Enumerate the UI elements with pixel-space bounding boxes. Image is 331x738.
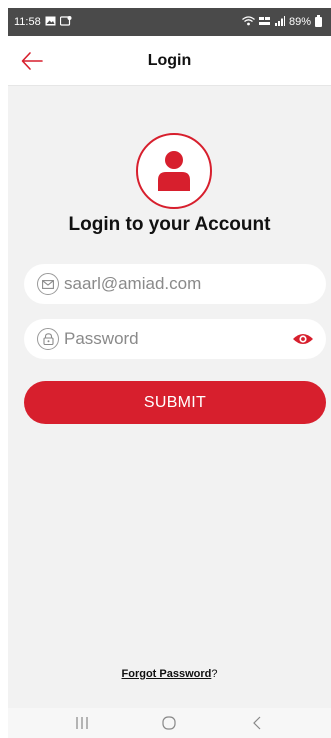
system-nav-bar [8, 708, 331, 738]
volte-icon [258, 16, 271, 29]
lock-icon [37, 328, 59, 350]
status-left: 11:58 [14, 15, 72, 29]
eye-icon [293, 334, 313, 344]
forgot-password-suffix: ? [211, 668, 218, 680]
arrow-left-icon [21, 52, 43, 70]
notification-icon [59, 15, 72, 29]
status-bar: 11:58 89% [8, 8, 331, 36]
page-title: Login [147, 51, 192, 69]
app-bar: Login [8, 36, 331, 86]
gallery-icon [45, 16, 56, 29]
password-input[interactable] [64, 329, 264, 349]
show-password-toggle[interactable] [292, 331, 314, 347]
recent-apps-icon [76, 717, 88, 729]
home-button[interactable] [157, 713, 181, 733]
back-button[interactable] [20, 50, 44, 72]
mail-icon [37, 273, 59, 295]
home-icon [162, 716, 177, 730]
login-headline: Login to your Account [68, 214, 271, 235]
status-right: 89% [242, 15, 322, 29]
forgot-password-row: Forgot Password? [8, 668, 331, 680]
user-icon [158, 151, 190, 191]
wifi-icon [242, 15, 255, 29]
recent-apps-button[interactable] [70, 713, 94, 733]
status-time: 11:58 [14, 16, 41, 28]
nav-back-button[interactable] [245, 713, 269, 733]
battery-icon [315, 15, 322, 27]
app-screen: 11:58 89% Login Login to your Account sa… [8, 8, 331, 738]
forgot-password-link[interactable]: Forgot Password [122, 668, 212, 680]
back-icon [253, 716, 261, 730]
battery-percent: 89% [288, 16, 311, 28]
email-field[interactable] [24, 264, 326, 304]
signal-icon [274, 15, 285, 29]
email-input[interactable] [64, 274, 264, 294]
submit-button[interactable]: SUBMIT [24, 381, 326, 424]
password-field[interactable] [24, 319, 326, 359]
avatar [136, 133, 212, 209]
